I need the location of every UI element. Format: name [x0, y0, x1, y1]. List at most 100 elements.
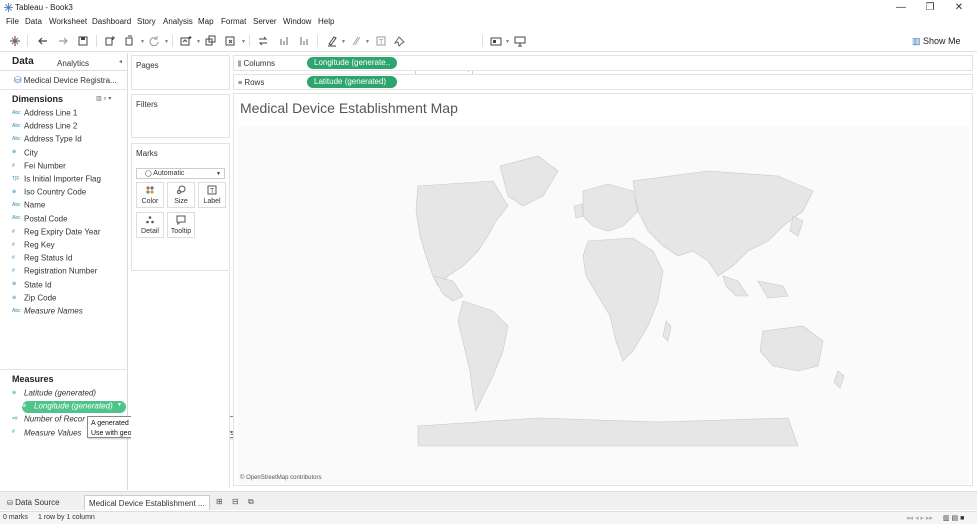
marks-card: Marks ◯ Automatic ▼ Color Size T Label D…: [131, 143, 230, 271]
field-type-icon: #: [12, 228, 15, 235]
pause-auto-updates-icon[interactable]: [124, 35, 136, 47]
rows-shelf[interactable]: ≡ Rows Latitude (generated): [233, 74, 973, 90]
minimize-button[interactable]: —: [887, 1, 915, 15]
menu-help[interactable]: Help: [318, 17, 334, 26]
color-icon: [137, 185, 163, 198]
save-icon[interactable]: [77, 35, 89, 47]
new-worksheet-tab-icon[interactable]: ⊞: [216, 497, 223, 506]
dimension-field[interactable]: # Reg Key: [12, 240, 124, 252]
dimension-field[interactable]: Abc Postal Code: [12, 214, 124, 226]
rows-label: ≡ Rows: [238, 78, 265, 87]
sort-descending-icon[interactable]: [298, 35, 310, 47]
field-name: Address Line 1: [24, 108, 78, 118]
datasource-item[interactable]: ⛁ Medical Device Registra...: [14, 75, 117, 86]
menu-window[interactable]: Window: [283, 17, 311, 26]
columns-label: ⫼ Columns: [238, 59, 276, 68]
refresh-icon[interactable]: [148, 35, 160, 47]
menu-map[interactable]: Map: [198, 17, 214, 26]
viz-title[interactable]: Medical Device Establishment Map: [240, 100, 458, 116]
color-button[interactable]: Color: [136, 182, 164, 208]
field-name: City: [24, 147, 38, 157]
tab-data[interactable]: Data: [12, 56, 34, 67]
undo-icon[interactable]: [37, 35, 49, 47]
dimension-field[interactable]: ⊕ Zip Code: [12, 293, 124, 305]
mark-type-dropdown[interactable]: ◯ Automatic ▼: [136, 168, 225, 179]
dimension-field[interactable]: # Registration Number: [12, 266, 124, 278]
menu-file[interactable]: File: [6, 17, 19, 26]
swap-rows-columns-icon[interactable]: [257, 35, 269, 47]
size-button[interactable]: Size: [167, 182, 195, 208]
clear-sheet-icon[interactable]: [225, 35, 237, 47]
show-me-button[interactable]: ▥ Show Me: [912, 36, 961, 47]
tooltip-button[interactable]: Tooltip: [167, 212, 195, 238]
dimension-field[interactable]: Abc Address Type Id: [12, 134, 124, 146]
cards-spacer: [131, 273, 230, 488]
redo-icon[interactable]: [57, 35, 69, 47]
menu-server[interactable]: Server: [253, 17, 277, 26]
duplicate-sheet-icon[interactable]: [205, 35, 217, 47]
rows-columns-count: 1 row by 1 column: [38, 514, 95, 521]
highlight-icon[interactable]: [326, 35, 338, 47]
viz-area[interactable]: Medical Device Establishment Map © OpenS…: [233, 93, 973, 486]
field-type-icon: Abc: [12, 136, 21, 143]
field-name: Postal Code: [24, 213, 68, 223]
fix-axes-icon[interactable]: [393, 35, 406, 47]
field-type-icon: Abc: [12, 215, 21, 222]
restore-button[interactable]: ❐: [916, 1, 944, 15]
new-worksheet-icon[interactable]: [180, 35, 192, 47]
dimension-field[interactable]: ⊕ State Id: [12, 280, 124, 292]
show-cards-icon[interactable]: [490, 35, 502, 47]
show-mark-labels-icon[interactable]: T: [375, 35, 387, 47]
label-icon: T: [199, 185, 225, 198]
dimension-field[interactable]: # Reg Status Id: [12, 253, 124, 265]
columns-pill[interactable]: Longitude (generate..: [307, 57, 397, 69]
sort-ascending-icon[interactable]: [278, 35, 290, 47]
menu-analysis[interactable]: Analysis: [163, 17, 193, 26]
menu-data[interactable]: Data: [25, 17, 42, 26]
dimension-field[interactable]: Abc Measure Names: [12, 306, 124, 318]
pages-card[interactable]: Pages: [131, 55, 230, 90]
dimension-field[interactable]: T|F Is Initial Importer Flag: [12, 174, 124, 186]
menu-worksheet[interactable]: Worksheet: [49, 17, 87, 26]
filters-card[interactable]: Filters: [131, 94, 230, 138]
map-attribution[interactable]: © OpenStreetMap contributors: [240, 475, 321, 481]
presentation-mode-icon[interactable]: [514, 35, 526, 47]
menu-story[interactable]: Story: [137, 17, 156, 26]
tab-data-source[interactable]: ⛁ Data Source: [3, 495, 64, 510]
measure-field[interactable]: ⊕ Latitude (generated): [12, 388, 124, 400]
measure-field-selected[interactable]: ⊕ Longitude (generated) ▼: [22, 401, 126, 414]
field-dropdown-icon[interactable]: ▼: [117, 402, 122, 408]
pane-collapse-icon[interactable]: ◂: [119, 58, 122, 65]
columns-shelf[interactable]: ⫼ Columns Longitude (generate..: [233, 55, 973, 71]
label-button[interactable]: T Label: [198, 182, 226, 208]
rows-pill[interactable]: Latitude (generated): [307, 76, 397, 88]
field-name: Longitude (generated): [34, 401, 113, 411]
group-members-icon[interactable]: [350, 35, 362, 47]
menu-format[interactable]: Format: [221, 17, 246, 26]
field-type-icon: Abc: [12, 123, 21, 130]
detail-button[interactable]: Detail: [136, 212, 164, 238]
pages-title: Pages: [136, 61, 159, 70]
view-sorter-icons[interactable]: ▥ ▤ ■: [943, 514, 964, 522]
status-bar: 0 marks 1 row by 1 column ◂◂ ◂ ▸ ▸▸ ▥ ▤ …: [0, 511, 977, 524]
dimension-field[interactable]: # Reg Expiry Date Year: [12, 227, 124, 239]
field-name: Reg Key: [24, 240, 55, 250]
close-button[interactable]: ✕: [945, 1, 973, 15]
tab-active-sheet[interactable]: Medical Device Establishment ...: [84, 495, 210, 510]
tab-analytics[interactable]: Analytics: [57, 59, 89, 68]
dimension-field[interactable]: Abc Address Line 1: [12, 108, 124, 120]
new-dashboard-tab-icon[interactable]: ⊟: [232, 497, 239, 506]
dimension-field[interactable]: # Fei Number: [12, 161, 124, 173]
field-name: Reg Expiry Date Year: [24, 227, 101, 237]
dimension-field[interactable]: ⊕ Iso Country Code: [12, 187, 124, 199]
sheet-nav-icons[interactable]: ◂◂ ◂ ▸ ▸▸: [906, 514, 933, 522]
dimension-field[interactable]: Abc Name: [12, 200, 124, 212]
view-toggle-icon[interactable]: ▥ ⌕ ▾: [96, 95, 111, 103]
menu-dashboard[interactable]: Dashboard: [92, 17, 131, 26]
world-map[interactable]: [238, 126, 969, 484]
new-datasource-icon[interactable]: [104, 35, 116, 47]
tableau-home-icon[interactable]: [9, 35, 21, 47]
new-story-tab-icon[interactable]: ⧉: [248, 497, 254, 507]
dimension-field[interactable]: ⊕ City: [12, 148, 124, 160]
dimension-field[interactable]: Abc Address Line 2: [12, 121, 124, 133]
